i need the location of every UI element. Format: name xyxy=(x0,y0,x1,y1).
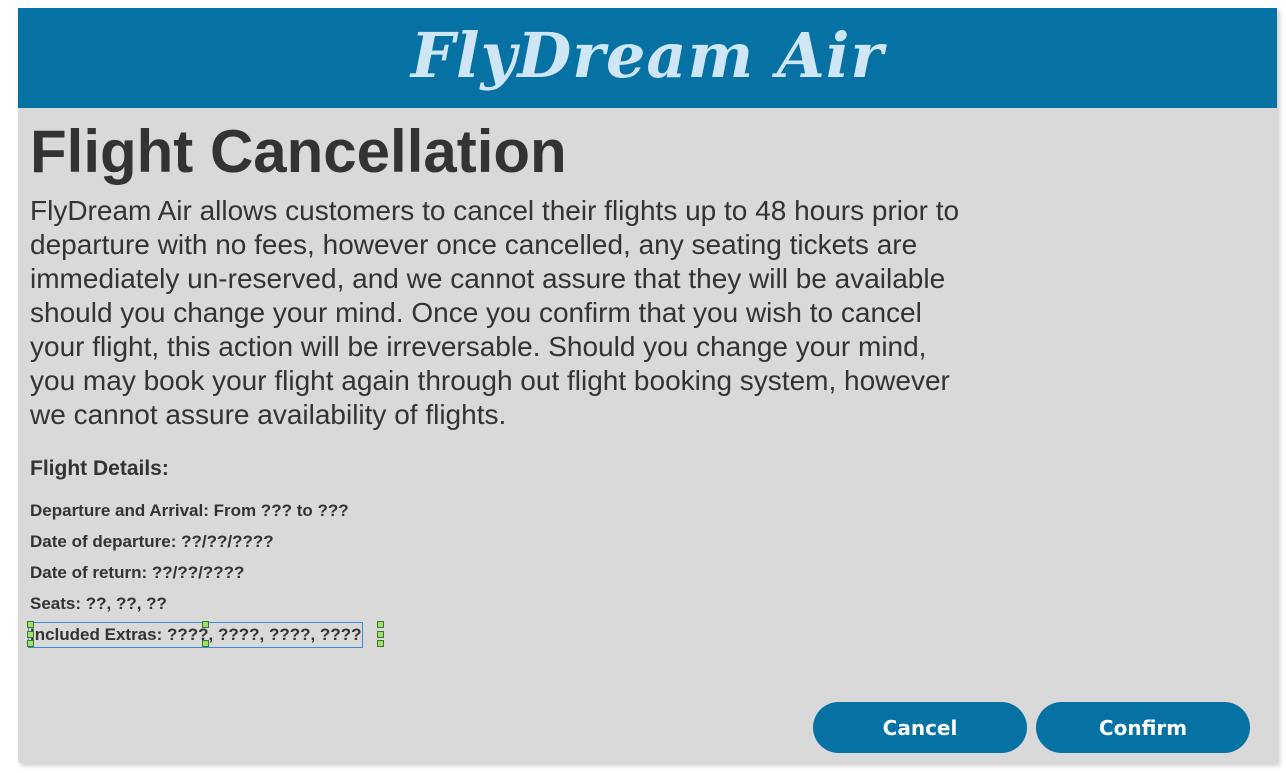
selection-handle-bottom-right[interactable] xyxy=(377,640,384,647)
page-title: Flight Cancellation xyxy=(30,118,567,185)
selection-handle-middle-left[interactable] xyxy=(27,631,34,638)
cancellation-window: FlyDream Air Flight Cancellation FlyDrea… xyxy=(18,8,1277,763)
header-banner: FlyDream Air xyxy=(18,8,1277,108)
selection-handle-bottom-middle[interactable] xyxy=(202,640,209,647)
cancellation-policy-text: FlyDream Air allows customers to cancel … xyxy=(30,195,960,430)
cancel-button[interactable]: Cancel xyxy=(813,702,1027,753)
selection-handle-bottom-left[interactable] xyxy=(27,640,34,647)
selection-handle-top-right[interactable] xyxy=(377,621,384,628)
selection-handle-top-left[interactable] xyxy=(27,621,34,628)
brand-logo: FlyDream Air xyxy=(410,18,885,92)
included-extras-detail[interactable]: Included Extras: ????, ????, ????, ???? xyxy=(27,622,364,648)
selection-handle-middle-right[interactable] xyxy=(377,631,384,638)
departure-arrival-detail: Departure and Arrival: From ??? to ??? xyxy=(30,501,349,520)
return-date-detail: Date of return: ??/??/???? xyxy=(30,563,245,582)
seats-detail: Seats: ??, ??, ?? xyxy=(30,594,167,613)
selection-handle-top-middle[interactable] xyxy=(202,621,209,628)
departure-date-detail: Date of departure: ??/??/???? xyxy=(30,532,274,551)
confirm-button[interactable]: Confirm xyxy=(1036,702,1250,753)
flight-details-heading: Flight Details: xyxy=(30,457,169,480)
